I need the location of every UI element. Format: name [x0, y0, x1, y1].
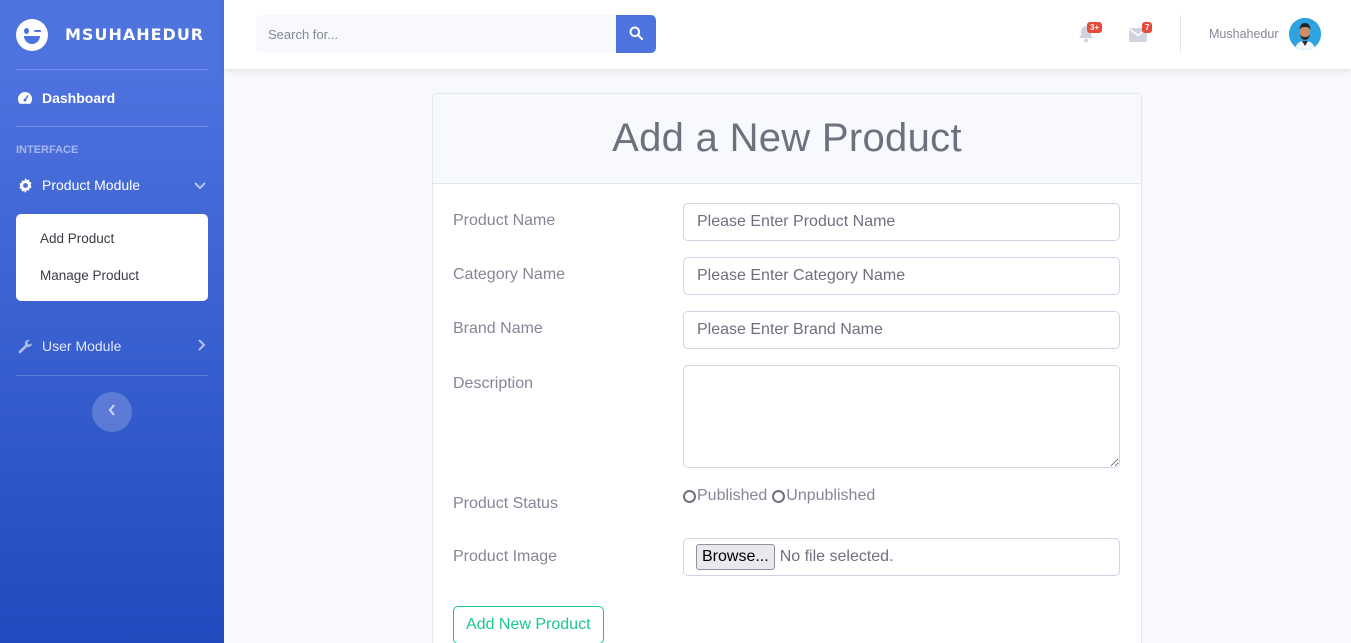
page-title: Add a New Product — [612, 116, 962, 160]
product-submenu: Add Product Manage Product — [16, 214, 208, 301]
submenu-item-manage-product[interactable]: Manage Product — [16, 259, 208, 296]
product-name-input[interactable] — [683, 203, 1120, 241]
sidebar-item-product-module[interactable]: Product Module — [0, 164, 224, 206]
description-label: Description — [453, 375, 534, 392]
avatar[interactable] — [1289, 18, 1321, 50]
search-input[interactable] — [256, 15, 616, 53]
product-image-file-input[interactable]: Browse... No file selected. — [683, 538, 1120, 576]
laugh-wink-icon — [16, 18, 48, 51]
search-icon — [629, 26, 644, 43]
chevron-left-icon — [108, 403, 116, 421]
sidebar-item-label: User Module — [42, 338, 122, 354]
messages-dropdown[interactable]: 7 — [1129, 22, 1153, 47]
sidebar-brand[interactable]: MSUHAHEDUR — [0, 0, 224, 69]
category-name-label: Category Name — [453, 266, 566, 283]
add-product-card: Add a New Product Product Name Category … — [432, 93, 1142, 643]
browse-button[interactable]: Browse... — [696, 544, 775, 570]
topbar-divider — [1180, 15, 1181, 53]
category-name-input[interactable] — [683, 257, 1120, 295]
topbar: 3+ 7 Mushahedur — [224, 0, 1351, 69]
brand-name: MSUHAHEDUR — [65, 25, 205, 44]
unpublished-radio[interactable] — [772, 489, 786, 503]
chevron-right-icon — [198, 338, 206, 354]
card-header: Add a New Product — [433, 94, 1141, 184]
status-radio-group: Published Unpublished — [683, 487, 875, 505]
brand-name-input[interactable] — [683, 311, 1120, 349]
sidebar-divider — [16, 126, 208, 127]
search-button[interactable] — [616, 15, 656, 53]
published-radio[interactable] — [683, 489, 696, 503]
unpublished-radio-label[interactable]: Unpublished — [786, 487, 875, 505]
published-radio-label[interactable]: Published — [697, 487, 767, 505]
sidebar-divider — [16, 375, 208, 376]
alerts-badge: 3+ — [1087, 22, 1103, 33]
add-new-product-button[interactable]: Add New Product — [453, 606, 604, 643]
description-textarea[interactable] — [683, 365, 1120, 468]
sidebar-item-dashboard[interactable]: Dashboard — [0, 70, 224, 126]
file-status-text: No file selected. — [779, 548, 894, 565]
submenu-item-add-product[interactable]: Add Product — [16, 222, 208, 259]
chevron-down-icon — [194, 177, 206, 193]
user-name[interactable]: Mushahedur — [1209, 27, 1279, 41]
wrench-icon — [17, 338, 33, 354]
sidebar-toggle-button[interactable] — [92, 392, 132, 432]
product-name-label: Product Name — [453, 212, 556, 229]
gear-icon — [17, 177, 33, 193]
topbar-search — [256, 15, 656, 53]
messages-badge: 7 — [1142, 22, 1153, 33]
product-status-label: Product Status — [453, 495, 558, 512]
product-image-label: Product Image — [453, 548, 558, 565]
sidebar-item-label: Product Module — [42, 177, 141, 193]
alerts-dropdown[interactable]: 3+ — [1078, 22, 1103, 47]
tachometer-icon — [17, 90, 33, 106]
sidebar-item-user-module[interactable]: User Module — [0, 317, 224, 375]
sidebar-heading: INTERFACE — [16, 144, 79, 156]
sidebar-item-label: Dashboard — [42, 90, 116, 106]
sidebar: MSUHAHEDUR Dashboard INTERFACE Product M… — [0, 0, 224, 643]
brand-name-label: Brand Name — [453, 320, 543, 337]
